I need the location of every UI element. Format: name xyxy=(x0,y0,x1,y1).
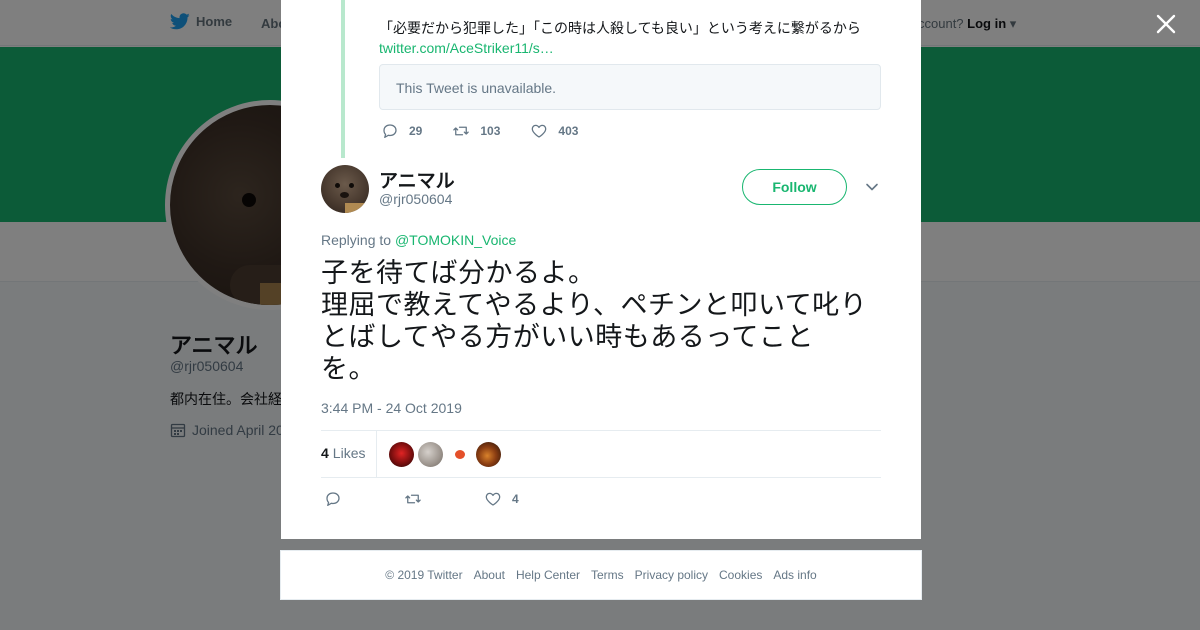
footer-copyright: © 2019 Twitter xyxy=(385,568,463,582)
reply-count: 29 xyxy=(409,124,423,138)
tweet-stats: 4 Likes xyxy=(321,430,881,478)
tweet-text-line: を。 xyxy=(321,354,376,385)
replying-to-link[interactable]: @TOMOKIN_Voice xyxy=(395,232,516,248)
like-icon xyxy=(532,124,547,138)
likes-count: 4 xyxy=(321,445,329,461)
reply-button[interactable] xyxy=(324,490,404,508)
unavailable-tweet-card: This Tweet is unavailable. xyxy=(379,64,881,110)
tweet-text-line: 理屈で教えてやるより、ペチンと叩いて叱り xyxy=(321,290,868,321)
replying-prefix: Replying to xyxy=(321,232,392,248)
liker-avatar[interactable] xyxy=(418,442,443,467)
tweet-modal: 「必要だから犯罪した」「この時は人殺しても良い」という考えに繋がるから twit… xyxy=(281,0,921,539)
liker-avatar[interactable] xyxy=(447,442,472,467)
liker-avatar[interactable] xyxy=(389,442,414,467)
tweet-text-line: とばしてやる方がいい時もあるってこと xyxy=(321,322,814,353)
chevron-down-icon[interactable] xyxy=(864,179,880,195)
like-button[interactable]: 403 xyxy=(530,122,578,140)
footer-link-ads-info[interactable]: Ads info xyxy=(773,568,816,582)
tweet-actions: 4 xyxy=(324,490,564,508)
reply-icon xyxy=(383,124,397,139)
retweet-button[interactable]: 103 xyxy=(452,122,500,140)
tweet-text: 子を待てば分かるよ。 理屈で教えてやるより、ペチンと叩いて叱り とばしてやる方が… xyxy=(321,258,886,386)
liker-avatar[interactable] xyxy=(476,442,501,467)
likes-stat[interactable]: 4 Likes xyxy=(321,445,365,461)
close-icon[interactable] xyxy=(1152,10,1180,38)
tweet-text-line: 子を待てば分かるよ。 xyxy=(321,258,596,289)
thread-connector xyxy=(341,0,345,158)
footer-link-cookies[interactable]: Cookies xyxy=(719,568,762,582)
stats-divider xyxy=(376,431,377,477)
reply-button[interactable]: 29 xyxy=(381,122,422,140)
parent-tweet-link[interactable]: twitter.com/AceStriker11/s… xyxy=(379,38,554,58)
like-count: 4 xyxy=(512,492,519,506)
likes-label: Likes xyxy=(332,445,366,461)
tweet-timestamp[interactable]: 3:44 PM - 24 Oct 2019 xyxy=(321,400,462,416)
retweet-icon xyxy=(405,494,421,504)
retweet-count: 103 xyxy=(480,124,501,138)
author-name[interactable]: アニマル xyxy=(379,166,455,193)
replying-to: Replying to @TOMOKIN_Voice xyxy=(321,232,516,248)
footer-link-help-center[interactable]: Help Center xyxy=(516,568,580,582)
parent-tweet-actions: 29 103 403 xyxy=(381,122,578,140)
parent-tweet-text: 「必要だから犯罪した」「この時は人殺しても良い」という考えに繋がるから xyxy=(379,20,861,36)
follow-button[interactable]: Follow xyxy=(742,169,847,205)
footer-link-terms[interactable]: Terms xyxy=(591,568,624,582)
like-icon xyxy=(485,492,501,506)
retweet-icon xyxy=(453,126,470,136)
like-count: 403 xyxy=(558,124,579,138)
author-avatar[interactable] xyxy=(321,165,369,213)
retweet-button[interactable] xyxy=(404,490,484,508)
reply-icon xyxy=(326,492,340,507)
like-button[interactable]: 4 xyxy=(484,490,564,508)
footer-link-about[interactable]: About xyxy=(474,568,505,582)
author-handle[interactable]: @rjr050604 xyxy=(379,191,452,207)
footer: © 2019 Twitter About Help Center Terms P… xyxy=(280,550,922,600)
footer-link-privacy[interactable]: Privacy policy xyxy=(635,568,708,582)
